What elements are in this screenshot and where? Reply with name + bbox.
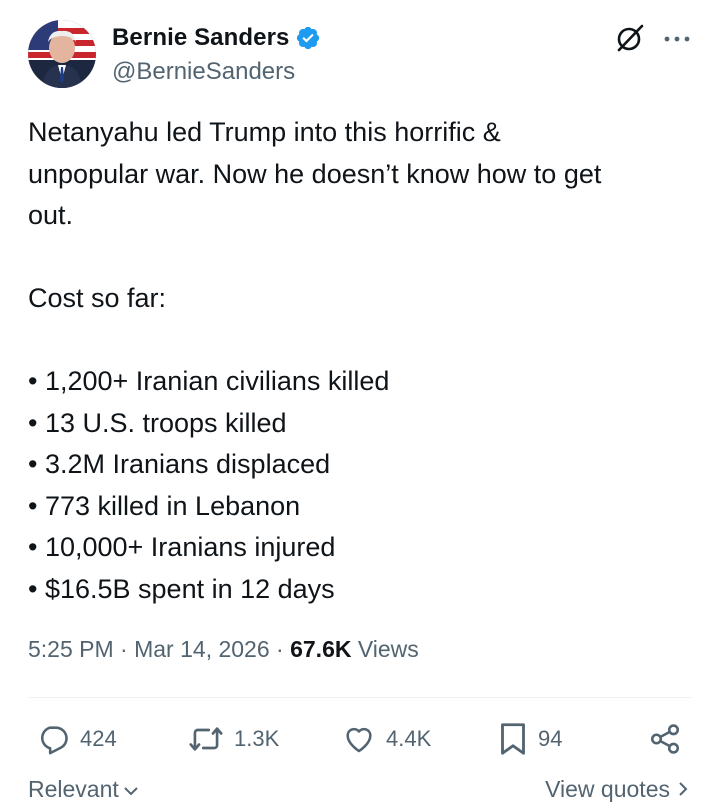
chevron-right-icon (678, 776, 688, 803)
tweet-date[interactable]: Mar 14, 2026 (134, 636, 270, 662)
reply-count: 424 (80, 726, 117, 751)
repost-button[interactable]: 1.3K (188, 716, 279, 762)
share-icon (648, 722, 682, 756)
like-button[interactable]: 4.4K (342, 716, 431, 762)
repost-count: 1.3K (234, 726, 280, 751)
view-quotes-label: View quotes (545, 776, 670, 802)
grok-icon[interactable] (616, 24, 644, 52)
reply-icon (36, 722, 70, 756)
more-icon[interactable] (662, 30, 692, 48)
reply-button[interactable]: 424 (36, 716, 117, 762)
meta-separator: · (276, 636, 284, 662)
display-name[interactable]: Bernie Sanders (112, 24, 289, 52)
chevron-down-icon (123, 776, 139, 803)
sort-label: Relevant (28, 776, 119, 802)
avatar[interactable] (28, 20, 96, 88)
meta-separator: · (120, 636, 128, 662)
share-button[interactable] (648, 716, 682, 762)
handle[interactable]: @BernieSanders (112, 58, 321, 86)
repost-icon (188, 722, 224, 756)
views-label: Views (357, 636, 419, 662)
verified-badge-icon[interactable] (295, 25, 321, 51)
tweet-meta: 5:25 PM · Mar 14, 2026 · 67.6K Views (28, 636, 419, 663)
tweet-text: Netanyahu led Trump into this horrific &… (28, 117, 602, 604)
author-names: Bernie Sanders @BernieSanders (112, 22, 321, 86)
tweet-header: Bernie Sanders @BernieSanders (28, 20, 692, 90)
like-count: 4.4K (386, 726, 432, 751)
sort-replies-button[interactable]: Relevant (28, 776, 139, 803)
tweet-time[interactable]: 5:25 PM (28, 636, 114, 662)
action-bar: 424 1.3K 4.4K 94 (28, 716, 692, 762)
divider (28, 697, 692, 698)
bookmark-icon (498, 721, 528, 757)
views-count: 67.6K (290, 636, 352, 662)
bookmark-button[interactable]: 94 (498, 716, 562, 762)
view-quotes-link[interactable]: View quotes (545, 776, 688, 803)
like-icon (342, 722, 376, 756)
bookmark-count: 94 (538, 726, 563, 751)
